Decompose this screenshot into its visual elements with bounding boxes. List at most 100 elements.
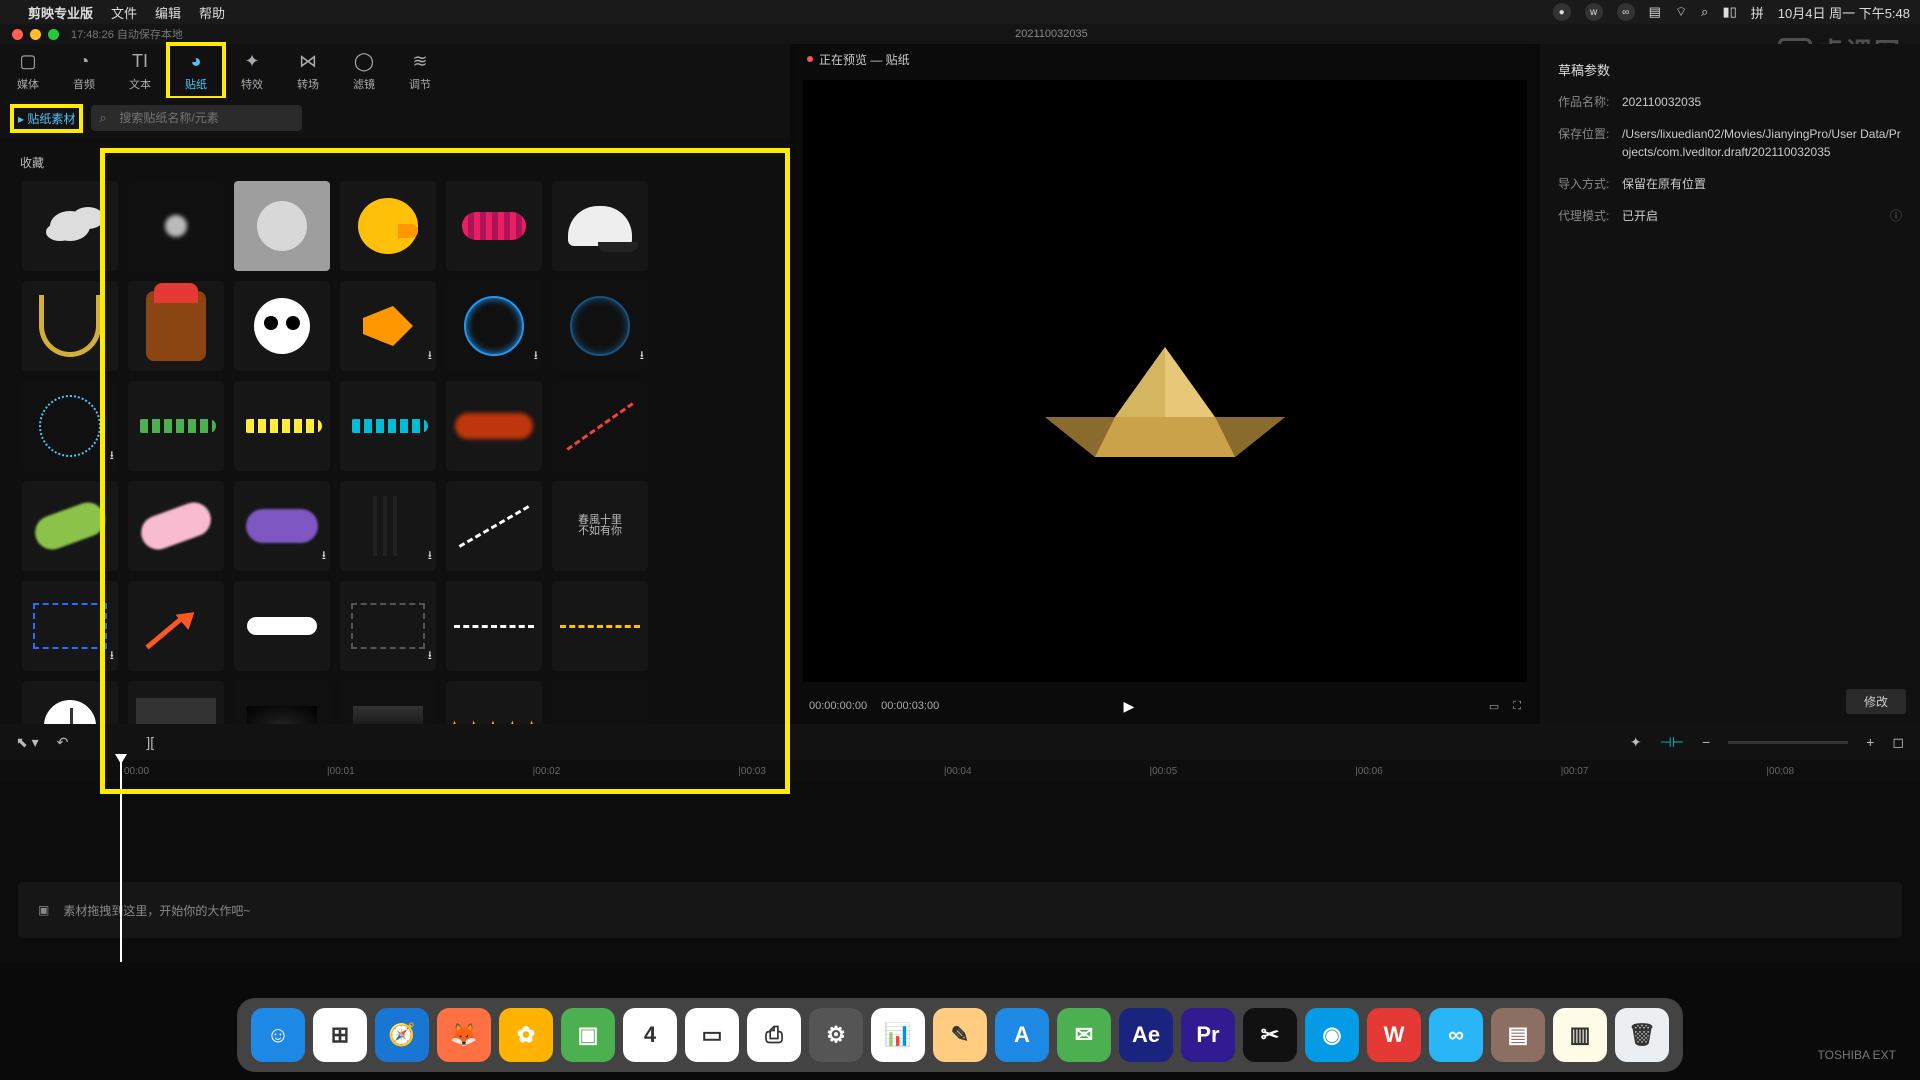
dock-app[interactable]: ⊞ [313, 1008, 367, 1062]
sticker-item[interactable]: 春風十里不如有你 [552, 481, 648, 571]
sticker-item[interactable] [234, 181, 330, 271]
dock-app[interactable]: Ae [1119, 1008, 1173, 1062]
menu-file[interactable]: 文件 [111, 3, 137, 22]
sticker-item[interactable]: ⭳ [234, 481, 330, 571]
dock-app[interactable]: 📊 [871, 1008, 925, 1062]
sticker-item[interactable] [128, 381, 224, 471]
sticker-item[interactable]: ⭳ [340, 281, 436, 371]
sticker-item[interactable] [22, 181, 118, 271]
dock-app[interactable]: ⚙ [809, 1008, 863, 1062]
dock-app[interactable]: ⎙ [747, 1008, 801, 1062]
tab-transition[interactable]: ⋈转场 [280, 44, 336, 98]
sticker-item[interactable]: ⭳ [340, 481, 436, 571]
dock-app[interactable]: ✉ [1057, 1008, 1111, 1062]
cursor-tool[interactable]: ⬉ ▾ [16, 734, 39, 751]
dock-app[interactable]: Pr [1181, 1008, 1235, 1062]
sticker-item[interactable] [340, 181, 436, 271]
timeline-tracks[interactable]: ▣ 素材拖拽到这里，开始你的大作吧~ [0, 782, 1920, 962]
fullscreen-button[interactable]: ⛶ [1513, 700, 1521, 713]
info-icon[interactable]: ⓘ [1890, 207, 1902, 225]
sticker-item[interactable] [446, 481, 542, 571]
dock-app[interactable]: ▣ [561, 1008, 615, 1062]
tab-filter[interactable]: ◯滤镜 [336, 44, 392, 98]
dock-app[interactable]: 4 [623, 1008, 677, 1062]
sticker-item[interactable] [22, 481, 118, 571]
sticker-item[interactable]: ⭳ [22, 581, 118, 671]
sticker-item[interactable]: ⭳ [22, 381, 118, 471]
battery-icon[interactable]: ▮▯ [1722, 4, 1736, 20]
sticker-item[interactable] [234, 581, 330, 671]
download-icon[interactable]: ⭳ [322, 546, 326, 567]
ratio-button[interactable]: ▭ [1489, 700, 1499, 713]
sticker-item[interactable] [22, 281, 118, 371]
clock[interactable]: 10月4日 周一 下午5:48 [1778, 3, 1910, 22]
modify-button[interactable]: 修改 [1846, 689, 1906, 714]
undo-button[interactable]: ↶ [57, 734, 69, 751]
dock-app[interactable]: 🦊 [437, 1008, 491, 1062]
dock-app[interactable]: ▤ [1491, 1008, 1545, 1062]
sticker-item[interactable] [340, 381, 436, 471]
dock-app[interactable]: ✂ [1243, 1008, 1297, 1062]
sticker-item[interactable] [128, 581, 224, 671]
tab-audio[interactable]: ◔音频 [56, 44, 112, 98]
zoom-fit[interactable]: ◻ [1892, 734, 1904, 751]
sticker-item[interactable] [446, 181, 542, 271]
download-icon[interactable]: ⭳ [428, 546, 432, 567]
tab-adjust[interactable]: ≋调节 [392, 44, 448, 98]
sidebar-category-sticker[interactable]: ▸ 贴纸素材 [12, 106, 81, 131]
dock-app[interactable]: ✿ [499, 1008, 553, 1062]
dock-app[interactable]: ◉ [1305, 1008, 1359, 1062]
status-icon[interactable]: w [1585, 3, 1603, 21]
sticker-item[interactable] [128, 481, 224, 571]
dock-app[interactable]: 🧭 [375, 1008, 429, 1062]
sticker-item[interactable] [446, 581, 542, 671]
snap-toggle[interactable]: ✦ [1630, 734, 1642, 751]
play-button[interactable]: ▶ [1124, 698, 1135, 715]
download-icon[interactable]: ⭳ [534, 346, 538, 367]
wifi-icon[interactable]: ⌔ [1675, 4, 1687, 20]
zoom-out[interactable]: − [1702, 734, 1710, 750]
sticker-item[interactable] [552, 381, 648, 471]
sticker-item[interactable] [234, 381, 330, 471]
sticker-item[interactable]: ⭳ [552, 281, 648, 371]
status-icon[interactable]: ∞ [1617, 3, 1635, 21]
sticker-item[interactable]: ⭳ [446, 281, 542, 371]
tab-sticker[interactable]: ◕贴纸 [168, 44, 224, 98]
split-tool[interactable]: ]​[ [146, 734, 154, 750]
download-icon[interactable]: ⭳ [110, 446, 114, 467]
tab-text[interactable]: TI文本 [112, 44, 168, 98]
zoom-in[interactable]: + [1866, 734, 1874, 750]
sticker-item[interactable]: ⭳ [340, 581, 436, 671]
dock-app[interactable]: ∞ [1429, 1008, 1483, 1062]
menu-edit[interactable]: 编辑 [155, 3, 181, 22]
preview-canvas[interactable] [803, 80, 1527, 682]
sticker-item[interactable] [446, 381, 542, 471]
app-name[interactable]: 剪映专业版 [28, 3, 93, 22]
dock-app[interactable]: W [1367, 1008, 1421, 1062]
dock-app[interactable]: ▭ [685, 1008, 739, 1062]
sticker-item[interactable] [128, 281, 224, 371]
download-icon[interactable]: ⭳ [428, 646, 432, 667]
zoom-slider[interactable] [1728, 741, 1848, 744]
download-icon[interactable]: ⭳ [640, 346, 644, 367]
download-icon[interactable]: ⭳ [428, 346, 432, 367]
external-drive-label[interactable]: TOSHIBA EXT [1818, 1048, 1896, 1062]
search-input[interactable] [91, 105, 302, 131]
search-icon[interactable]: ⌕ [1701, 4, 1708, 20]
dock-app[interactable]: 🗑 [1615, 1008, 1669, 1062]
dock-app[interactable]: A [995, 1008, 1049, 1062]
menu-help[interactable]: 帮助 [199, 3, 225, 22]
timeline-ruler[interactable]: 00:00|00:01|00:02|00:03|00:04|00:05|00:0… [0, 760, 1920, 782]
download-icon[interactable]: ⭳ [110, 646, 114, 667]
dock-app[interactable]: ☺ [251, 1008, 305, 1062]
magnet-toggle[interactable]: ⊣⊢ [1660, 734, 1684, 751]
playhead[interactable] [120, 760, 122, 962]
sticker-item[interactable] [234, 281, 330, 371]
sticker-item[interactable] [128, 181, 224, 271]
dock-app[interactable]: ✎ [933, 1008, 987, 1062]
empty-track-hint[interactable]: ▣ 素材拖拽到这里，开始你的大作吧~ [18, 882, 1902, 938]
status-icon[interactable]: ● [1553, 3, 1571, 21]
tab-effect[interactable]: ✦特效 [224, 44, 280, 98]
window-traffic-lights[interactable] [0, 29, 59, 40]
dock-app[interactable]: ▥ [1553, 1008, 1607, 1062]
